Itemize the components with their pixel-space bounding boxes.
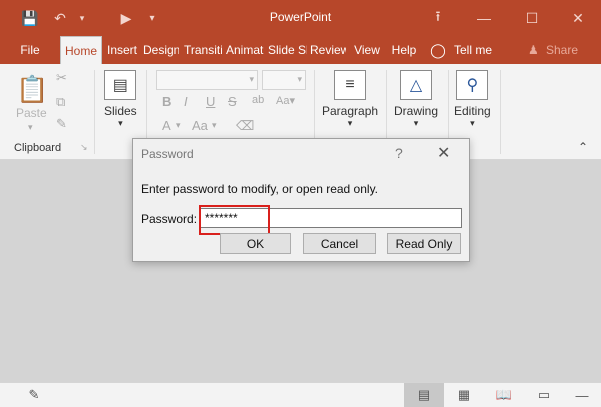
slides-label: Slides xyxy=(104,104,137,118)
bold-button[interactable]: B xyxy=(162,94,171,109)
password-dialog: Password ? ✕ Enter password to modify, o… xyxy=(132,138,470,262)
paste-icon[interactable]: 📋 xyxy=(16,74,48,105)
drawing-label: Drawing xyxy=(394,104,439,118)
ribbon-display-options-icon[interactable]: ⭱ xyxy=(428,8,448,28)
tab-review[interactable]: Review xyxy=(310,36,346,64)
editing-dropdown-icon: ▾ xyxy=(470,118,475,128)
paragraph-dropdown-icon: ▾ xyxy=(347,118,353,128)
close-icon[interactable]: ✕ xyxy=(437,143,450,163)
slides-dropdown-icon: ▾ xyxy=(118,118,123,128)
tab-slide-show[interactable]: Slide Show xyxy=(268,36,307,64)
ribbon-tabs: File Home Insert Design Transitions Anim… xyxy=(0,36,601,64)
clear-formatting-icon[interactable]: ⌫ xyxy=(236,118,254,134)
grow-font-dropdown-icon[interactable]: ▾ xyxy=(176,120,181,131)
find-icon: ⚲ xyxy=(456,70,489,100)
change-case-dropdown-icon[interactable]: ▾ xyxy=(212,120,217,131)
tab-file[interactable]: File xyxy=(8,36,52,64)
slides-button[interactable]: ▤ Slides ▾ xyxy=(104,70,137,129)
window-title: PowerPoint xyxy=(269,10,332,24)
paste-button[interactable]: Paste xyxy=(16,106,47,120)
password-label: Password: xyxy=(141,212,198,226)
notes-accessibility-icon[interactable]: ✎ xyxy=(24,386,44,404)
tab-help[interactable]: Help xyxy=(388,36,420,64)
reading-view-icon[interactable]: 📖 xyxy=(494,386,514,404)
share-button[interactable]: Share xyxy=(546,36,578,64)
collapse-ribbon-icon[interactable]: ⌃ xyxy=(578,140,588,154)
clipboard-launcher-icon[interactable]: ↘ xyxy=(80,142,88,153)
tab-home[interactable]: Home xyxy=(60,36,102,64)
character-spacing-icon[interactable]: ab xyxy=(252,94,264,106)
read-only-button[interactable]: Read Only xyxy=(387,233,461,254)
ok-button[interactable]: OK xyxy=(220,233,291,254)
drawing-dropdown-icon: ▾ xyxy=(413,118,419,128)
tab-animations[interactable]: Animations xyxy=(226,36,264,64)
clipboard-group-label: Clipboard xyxy=(14,142,62,154)
slideshow-view-icon[interactable]: ▭ xyxy=(534,386,554,404)
tab-view[interactable]: View xyxy=(350,36,384,64)
group-separator xyxy=(94,70,95,154)
copy-icon[interactable]: ⧉ xyxy=(56,94,65,110)
paste-dropdown-icon[interactable]: ▾ xyxy=(28,122,33,133)
normal-view-icon: ▤ xyxy=(417,387,431,402)
cancel-button[interactable]: Cancel xyxy=(303,233,376,254)
tab-design[interactable]: Design xyxy=(143,36,179,64)
lightbulb-icon: ◯ xyxy=(430,42,446,58)
highlight-box xyxy=(199,205,270,235)
share-icon[interactable]: ♟ xyxy=(528,36,539,64)
change-case-button[interactable]: Aa xyxy=(192,118,208,133)
paragraph-label: Paragraph xyxy=(322,104,379,118)
dialog-message: Enter password to modify, or open read o… xyxy=(141,182,379,196)
format-painter-icon[interactable]: ✎ xyxy=(56,116,67,132)
font-size-combo[interactable]: ▾ xyxy=(262,70,306,90)
font-name-combo[interactable]: ▾ xyxy=(156,70,258,90)
slide-sorter-icon[interactable]: ▦ xyxy=(454,386,474,404)
tab-insert[interactable]: Insert xyxy=(104,36,140,64)
shapes-icon: △ xyxy=(400,70,432,100)
strikethrough-button[interactable]: S xyxy=(228,94,237,109)
grow-font-button[interactable]: A xyxy=(162,118,171,133)
maximize-icon[interactable]: ☐ xyxy=(522,8,542,28)
editing-button[interactable]: ⚲ Editing ▾ xyxy=(454,70,491,129)
slides-icon: ▤ xyxy=(104,70,137,100)
dialog-title: Password xyxy=(141,147,194,161)
status-bar: ✎ ▤ ▦ 📖 ▭ — xyxy=(0,382,601,407)
group-separator xyxy=(500,70,501,154)
title-bar: 💾 ↶ ▾ ▶ ▾ PowerPoint ⭱ — ☐ ✕ xyxy=(0,0,601,36)
zoom-icon[interactable]: — xyxy=(572,386,592,404)
help-icon[interactable]: ? xyxy=(395,145,403,161)
italic-button[interactable]: I xyxy=(184,94,188,109)
cut-icon[interactable]: ✂ xyxy=(56,70,67,86)
close-window-icon[interactable]: ✕ xyxy=(568,8,588,28)
editing-label: Editing xyxy=(454,104,491,118)
tell-me-search[interactable]: Tell me xyxy=(454,36,504,64)
drawing-button[interactable]: △ Drawing ▾ xyxy=(394,70,438,129)
change-case-icon[interactable]: Aa▾ xyxy=(276,94,295,107)
paragraph-button[interactable]: ≡ Paragraph ▾ xyxy=(322,70,378,129)
paragraph-icon: ≡ xyxy=(334,70,367,100)
tab-transitions[interactable]: Transitions xyxy=(184,36,222,64)
minimize-icon[interactable]: — xyxy=(474,8,494,28)
underline-button[interactable]: U xyxy=(206,94,215,109)
